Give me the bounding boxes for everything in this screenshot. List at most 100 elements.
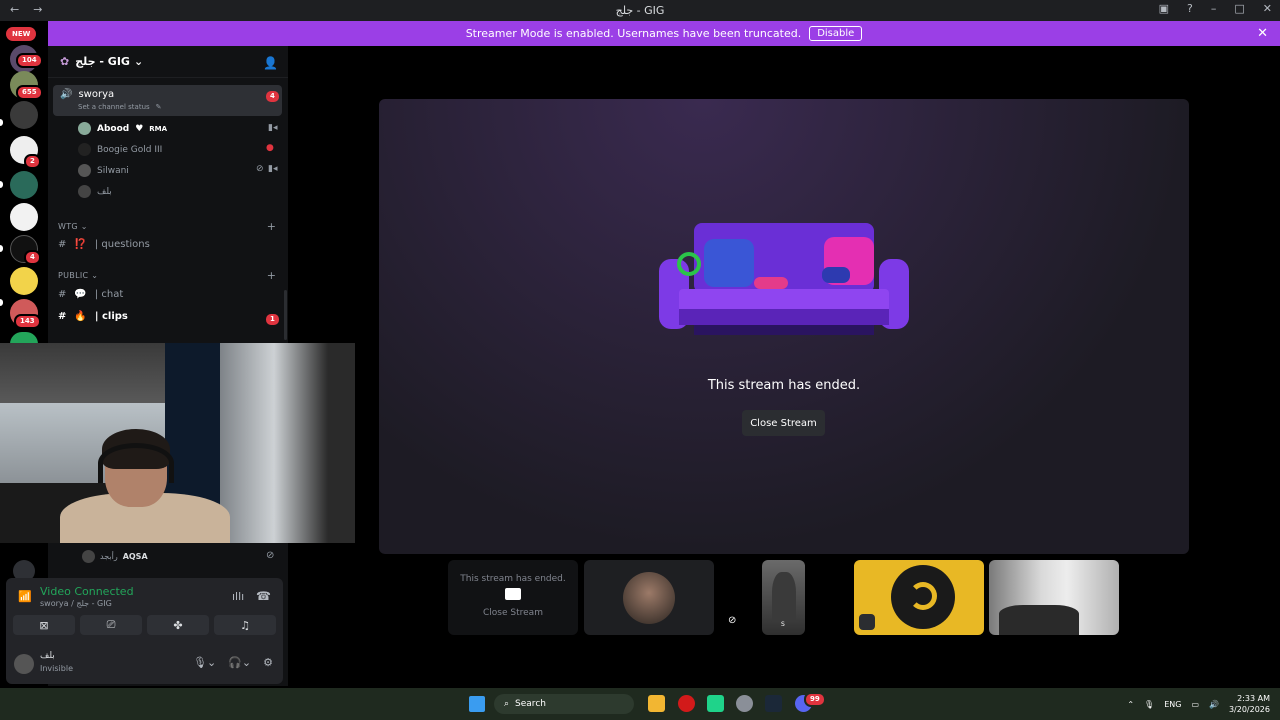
opera-icon[interactable] (678, 695, 695, 712)
toggle-camera-button[interactable]: ⊠ (13, 615, 75, 635)
language[interactable]: ENG (1164, 700, 1181, 709)
server-icon[interactable] (10, 203, 38, 231)
member-name: Boogie Gold III (97, 144, 163, 155)
channel-emoji: 🔥 (74, 311, 87, 322)
activities-button[interactable]: ✤ (147, 615, 209, 635)
hash-icon: # (58, 239, 67, 250)
disable-button[interactable]: Disable (809, 26, 863, 41)
close-window-icon[interactable]: ✕ (1263, 2, 1272, 15)
close-banner-icon[interactable]: ✕ (1257, 26, 1268, 41)
unread-pip (0, 119, 3, 126)
date: 3/20/2026 (1228, 705, 1270, 714)
chevron-down-icon: ⌄ (133, 55, 144, 68)
banner-text: Streamer Mode is enabled. Usernames have… (465, 27, 802, 40)
soundboard-button[interactable]: ♫ (214, 615, 276, 635)
member-name: Silwani (97, 165, 129, 176)
participant-video (999, 605, 1079, 635)
start-icon[interactable] (469, 696, 485, 712)
mic-icon[interactable]: 🎙 (1144, 700, 1154, 709)
voice-member[interactable]: Abood ♥ RMA (78, 122, 167, 135)
settings-app-icon[interactable] (736, 695, 753, 712)
couch-illustration (659, 223, 909, 335)
monitor-icon (505, 588, 521, 600)
avatar (78, 143, 91, 156)
status-placeholder: Set a channel status (78, 103, 150, 111)
unread-pip (0, 181, 3, 188)
close-stream-button[interactable]: Close Stream (742, 410, 825, 436)
minimize-icon[interactable]: – (1211, 2, 1217, 15)
category-wtg[interactable]: WTG ⌄ (58, 222, 88, 231)
taskbar: ⌕ Search 99 ⌃ 🎙 ENG ▭ 🔊 2:33 AM 3/20/202… (0, 688, 1280, 720)
disconnect-icon[interactable]: ☎ (256, 589, 271, 603)
user-name: AQSA (122, 552, 148, 561)
server-badge: 143 (14, 314, 41, 329)
file-explorer-icon[interactable] (648, 695, 665, 712)
window-title: جلج - GIG (615, 4, 665, 17)
mic-off-icon: ⊘ (266, 550, 275, 561)
noise-icon[interactable]: ıllı (232, 590, 244, 603)
participant-tile[interactable] (584, 560, 714, 635)
boogie-logo-mark (909, 582, 937, 610)
add-channel-icon[interactable]: + (267, 269, 276, 282)
channel-clips[interactable]: # 🔥 | clips (58, 311, 128, 322)
avatar[interactable] (14, 654, 34, 674)
channel-status[interactable]: Set a channel status ✎ (78, 103, 162, 111)
search-label: Search (515, 699, 546, 709)
inbox-icon[interactable]: ▣ (1159, 2, 1169, 15)
network-icon[interactable]: ▭ (1191, 700, 1199, 709)
pencil-icon: ✎ (155, 103, 162, 111)
chevron-up-icon[interactable]: ⌃ (1127, 700, 1134, 709)
settings-icon[interactable]: ⚙ (263, 656, 273, 669)
avatar (78, 122, 91, 135)
participant-tile-boogie[interactable] (854, 560, 984, 635)
search-icon: ⌕ (504, 699, 510, 709)
mic-icon[interactable]: 🎙⌄ (193, 656, 216, 669)
volume-icon[interactable]: 🔊 (1209, 700, 1219, 709)
video-icon: ▮◂ (268, 123, 278, 133)
participant-tile-stream[interactable]: This stream has ended. Close Stream (448, 560, 578, 635)
new-badge[interactable]: NEW (6, 27, 37, 41)
avatar (82, 550, 95, 563)
participant-tile-room[interactable] (989, 560, 1119, 635)
help-icon[interactable]: ? (1187, 2, 1193, 15)
voice-member[interactable]: Silwani (78, 164, 129, 177)
clock[interactable]: 2:33 AM 3/20/2026 (1229, 693, 1270, 715)
channel-badge: 1 (264, 312, 281, 327)
server-badge: 104 (16, 53, 43, 68)
channel-chat[interactable]: # 💬 | chat (58, 289, 123, 300)
guild-name: جلج - GIG (75, 55, 130, 68)
scrollbar[interactable] (284, 290, 287, 340)
server-icon[interactable] (10, 267, 38, 295)
video-icon: ▮◂ (268, 164, 278, 174)
channel-questions[interactable]: # ⁉️ | questions (58, 239, 150, 250)
app-icon[interactable] (707, 695, 724, 712)
category-name: PUBLIC (58, 271, 89, 280)
invite-icon[interactable]: 👤 (263, 56, 278, 70)
category-public[interactable]: PUBLIC ⌄ (58, 271, 98, 280)
time: 2:33 AM (1237, 694, 1270, 703)
voice-member[interactable]: Boogie Gold III (78, 143, 162, 156)
stream-stage: This stream has ended. Close Stream (379, 99, 1189, 554)
taskbar-search[interactable]: ⌕ Search (494, 694, 634, 714)
tile-label: S (781, 621, 785, 628)
voice-member[interactable]: بلف (78, 185, 112, 198)
user-controls: 🎙⌄ 🎧⌄ ⚙ (193, 656, 273, 669)
guild-header[interactable]: ✿ جلج - GIG ⌄ 👤 (48, 46, 288, 78)
headphones-icon[interactable]: 🎧⌄ (228, 656, 251, 669)
server-badge: 655 (16, 85, 43, 100)
tile-close-stream[interactable]: Close Stream (448, 608, 578, 618)
voice-status: Video Connected (40, 585, 134, 598)
connection-icon: 📶 (18, 590, 32, 603)
share-screen-button[interactable]: ⎚ (80, 615, 142, 635)
maximize-icon[interactable]: □ (1234, 2, 1244, 15)
unread-pip (0, 245, 3, 252)
steam-icon[interactable] (765, 695, 782, 712)
participant-tile[interactable]: S (762, 560, 805, 635)
speaker-icon: 🔊 (60, 89, 73, 100)
voice-location[interactable]: sworya / جلج - GIG (40, 599, 112, 608)
server-icon[interactable] (10, 171, 38, 199)
member-name: بلف (97, 186, 112, 197)
add-channel-icon[interactable]: + (267, 220, 276, 233)
server-icon[interactable] (10, 101, 38, 129)
stream-ended-text: This stream has ended. (707, 378, 861, 393)
